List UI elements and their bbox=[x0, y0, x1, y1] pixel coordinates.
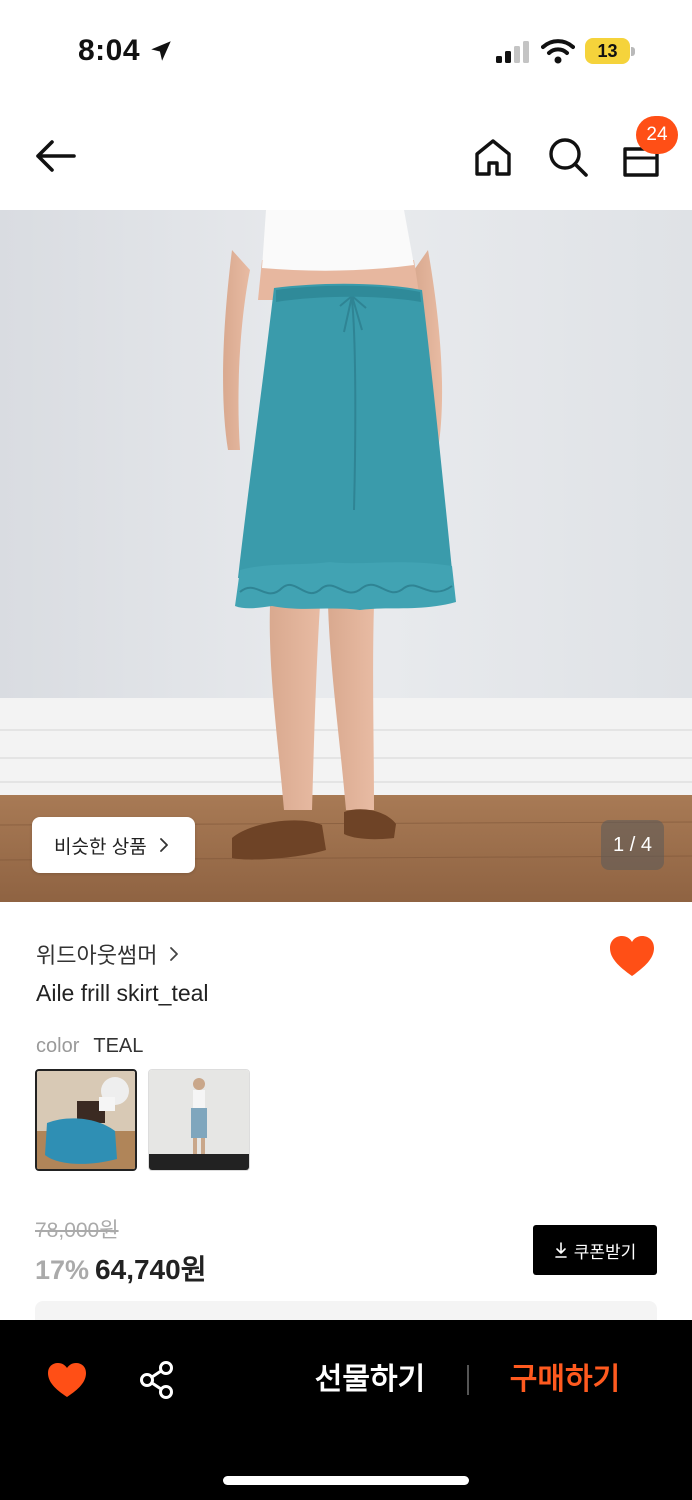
cart-count-badge: 24 bbox=[636, 116, 678, 154]
option-value: TEAL bbox=[93, 1035, 144, 1057]
gift-button[interactable]: 선물하기 bbox=[308, 1356, 432, 1404]
bottom-action-bar: 선물하기 구매하기 bbox=[0, 1320, 692, 1500]
price-row: 17% 64,740원 bbox=[35, 1248, 206, 1288]
discount-rate: 17% bbox=[35, 1255, 90, 1285]
thumbnail-photo bbox=[37, 1071, 135, 1169]
download-icon bbox=[554, 1242, 567, 1258]
wifi-icon bbox=[541, 39, 575, 64]
image-page-indicator: 1 / 4 bbox=[601, 820, 664, 870]
coupon-label: 쿠폰받기 bbox=[573, 1242, 637, 1262]
search-icon[interactable] bbox=[545, 134, 591, 180]
home-indicator[interactable] bbox=[223, 1476, 469, 1485]
sale-price: 64,740원 bbox=[95, 1254, 207, 1285]
product-name: Aile frill skirt_teal bbox=[36, 980, 209, 1006]
chevron-right-icon bbox=[170, 947, 179, 961]
back-arrow-icon[interactable] bbox=[30, 134, 82, 178]
buy-button[interactable]: 구매하기 bbox=[500, 1356, 630, 1404]
coupon-download-button[interactable]: 쿠폰받기 bbox=[533, 1225, 657, 1275]
color-thumbnail-selected[interactable] bbox=[35, 1069, 137, 1171]
battery-icon: 13 bbox=[585, 38, 635, 64]
similar-products-label: 비슷한 상품 bbox=[54, 836, 147, 858]
location-arrow-icon bbox=[151, 41, 171, 61]
product-hero-image[interactable] bbox=[0, 210, 692, 902]
thumbnail-photo bbox=[149, 1070, 249, 1170]
color-thumbnail[interactable] bbox=[148, 1069, 250, 1171]
color-option: color TEAL bbox=[36, 1035, 143, 1058]
app-header bbox=[0, 100, 692, 210]
divider bbox=[467, 1365, 469, 1395]
status-bar: 8:04 13 bbox=[0, 0, 692, 100]
chevron-right-icon bbox=[159, 838, 168, 852]
home-icon[interactable] bbox=[470, 134, 516, 180]
heart-icon[interactable] bbox=[608, 934, 656, 978]
product-photo bbox=[0, 210, 692, 902]
brand-link[interactable]: 위드아웃썸머 bbox=[36, 938, 181, 970]
heart-icon[interactable] bbox=[46, 1361, 88, 1399]
brand-name: 위드아웃썸머 bbox=[36, 943, 158, 968]
battery-level: 13 bbox=[597, 41, 618, 61]
signal-icon bbox=[496, 41, 529, 63]
similar-products-button[interactable]: 비슷한 상품 bbox=[32, 817, 195, 873]
option-label: color bbox=[36, 1035, 80, 1057]
original-price: 78,000원 bbox=[35, 1219, 119, 1242]
status-time: 8:04 bbox=[78, 34, 141, 67]
share-icon[interactable] bbox=[138, 1360, 176, 1400]
